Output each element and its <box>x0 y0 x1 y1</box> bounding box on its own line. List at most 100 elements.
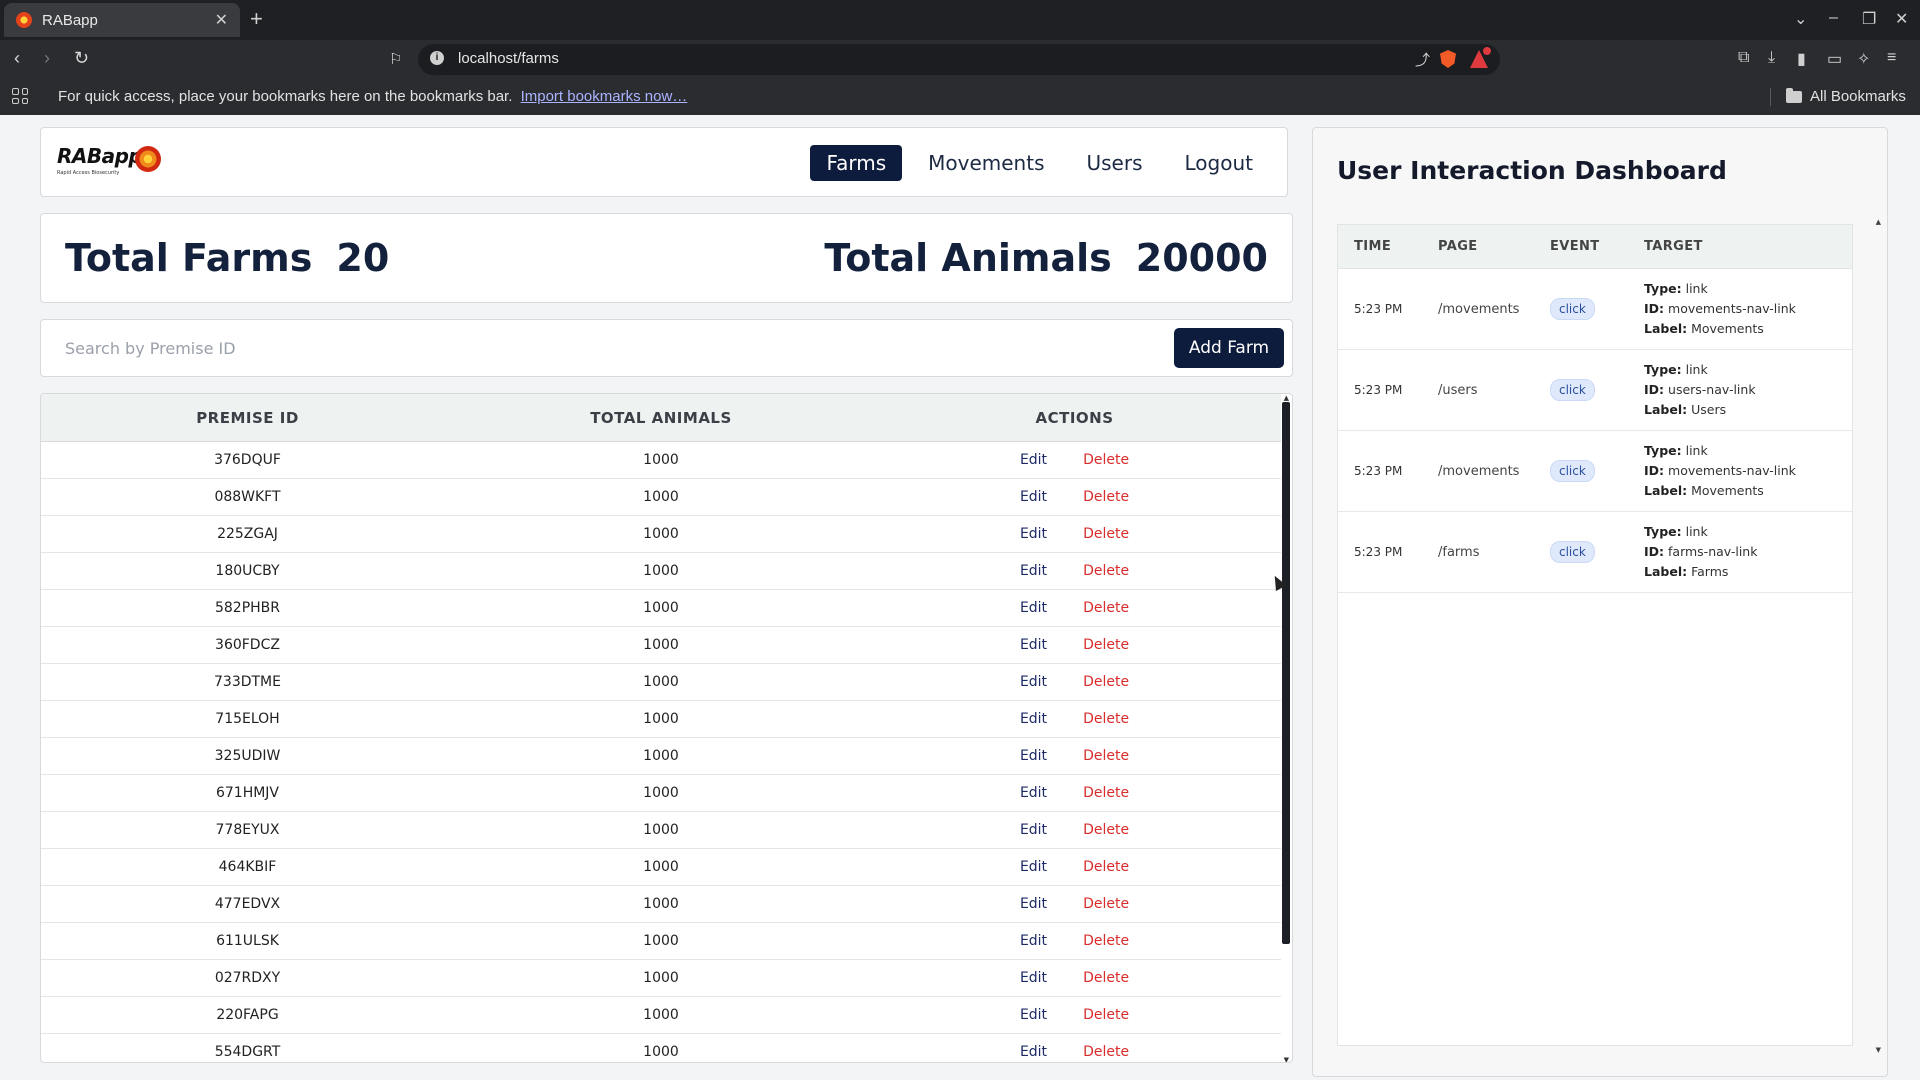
edit-button[interactable]: Edit <box>1020 748 1047 764</box>
total-animals-cell: 1000 <box>643 896 679 912</box>
event-badge: click <box>1550 379 1595 401</box>
bookmarks-message: For quick access, place your bookmarks h… <box>58 88 687 105</box>
minimize-icon[interactable]: – <box>1829 9 1838 27</box>
tab-search-icon[interactable]: ⌄ <box>1794 9 1807 29</box>
delete-button[interactable]: Delete <box>1083 859 1129 875</box>
folder-icon <box>1786 87 1802 103</box>
total-animals-cell: 1000 <box>643 563 679 579</box>
nav-link-users[interactable]: Users <box>1071 145 1159 181</box>
url-text[interactable]: localhost/farms <box>458 50 559 67</box>
premise-id-cell: 360FDCZ <box>215 637 280 653</box>
table-scrollbar[interactable]: ▲ ▼ <box>1282 394 1290 1062</box>
event-target: Type: link ID: farms-nav-link Label: Farms <box>1640 522 1852 582</box>
table-row: 220FAPG 1000 Edit Delete <box>41 997 1281 1034</box>
edit-button[interactable]: Edit <box>1020 637 1047 653</box>
delete-button[interactable]: Delete <box>1083 563 1129 579</box>
delete-button[interactable]: Delete <box>1083 452 1129 468</box>
edit-button[interactable]: Edit <box>1020 711 1047 727</box>
menu-icon[interactable]: ≡ <box>1887 49 1896 67</box>
delete-button[interactable]: Delete <box>1083 896 1129 912</box>
actions-cell: Edit Delete <box>868 933 1281 949</box>
delete-button[interactable]: Delete <box>1083 933 1129 949</box>
delete-button[interactable]: Delete <box>1083 489 1129 505</box>
edit-button[interactable]: Edit <box>1020 822 1047 838</box>
edit-button[interactable]: Edit <box>1020 933 1047 949</box>
delete-button[interactable]: Delete <box>1083 1007 1129 1023</box>
target-type-value: link <box>1685 281 1708 296</box>
brave-shields-icon[interactable] <box>1440 50 1456 68</box>
scrollbar-thumb[interactable] <box>1282 402 1290 944</box>
edit-button[interactable]: Edit <box>1020 452 1047 468</box>
delete-button[interactable]: Delete <box>1083 785 1129 801</box>
edit-button[interactable]: Edit <box>1020 1007 1047 1023</box>
import-bookmarks-link[interactable]: Import bookmarks now… <box>521 88 688 105</box>
new-tab-icon[interactable]: + <box>250 8 263 30</box>
bookmark-icon[interactable]: ⚐ <box>389 50 402 68</box>
address-bar[interactable]: i localhost/farms ⤴ <box>418 44 1500 75</box>
edit-button[interactable]: Edit <box>1020 859 1047 875</box>
share-icon[interactable]: ⤴ <box>1415 49 1430 70</box>
target-label-line: Label: Movements <box>1644 481 1852 501</box>
edit-button[interactable]: Edit <box>1020 970 1047 986</box>
rabapp-logo[interactable]: RABapp Rapid Access Biosecurity <box>57 144 167 182</box>
edit-button[interactable]: Edit <box>1020 526 1047 542</box>
add-farm-button[interactable]: Add Farm <box>1174 328 1284 368</box>
event-target: Type: link ID: movements-nav-link Label: M… <box>1640 441 1852 501</box>
target-label-value: Movements <box>1691 321 1764 336</box>
close-tab-icon[interactable]: ✕ <box>215 10 228 30</box>
delete-button[interactable]: Delete <box>1083 637 1129 653</box>
delete-button[interactable]: Delete <box>1083 674 1129 690</box>
edit-button[interactable]: Edit <box>1020 785 1047 801</box>
browser-tab[interactable]: RABapp ✕ <box>4 3 240 37</box>
edit-button[interactable]: Edit <box>1020 600 1047 616</box>
delete-button[interactable]: Delete <box>1083 600 1129 616</box>
nav-link-logout[interactable]: Logout <box>1169 145 1269 181</box>
dashboard-scroll-down-icon[interactable]: ▼ <box>1876 1046 1881 1054</box>
all-bookmarks-button[interactable]: All Bookmarks <box>1786 87 1906 105</box>
total-animals-stat: Total Animals 20000 <box>824 236 1268 280</box>
browser-tabbar: RABapp ✕ + ⌄ – ❐ ✕ <box>0 0 1920 40</box>
farms-table-header: PREMISE ID TOTAL ANIMALS ACTIONS <box>41 394 1281 442</box>
edit-button[interactable]: Edit <box>1020 489 1047 505</box>
logo-subtitle: Rapid Access Biosecurity <box>57 170 120 176</box>
back-icon[interactable]: ‹ <box>14 48 20 69</box>
delete-button[interactable]: Delete <box>1083 1044 1129 1060</box>
target-id-line: ID: users-nav-link <box>1644 380 1852 400</box>
column-header-time: TIME <box>1354 239 1392 254</box>
event-cell: click <box>1546 541 1640 563</box>
edit-button[interactable]: Edit <box>1020 896 1047 912</box>
scroll-down-icon[interactable]: ▼ <box>1284 1056 1289 1062</box>
target-type-label: Type: <box>1644 443 1682 458</box>
dashboard-table-body: 5:23 PM/movements click Type: link ID: move… <box>1338 269 1852 593</box>
delete-button[interactable]: Delete <box>1083 526 1129 542</box>
edit-button[interactable]: Edit <box>1020 1044 1047 1060</box>
actions-cell: Edit Delete <box>868 452 1281 468</box>
leo-ai-icon[interactable]: ✧ <box>1857 49 1870 69</box>
download-icon[interactable]: ⤓ <box>1768 49 1775 67</box>
apps-grid-icon[interactable] <box>12 88 28 104</box>
delete-button[interactable]: Delete <box>1083 748 1129 764</box>
dashboard-scroll-up-icon[interactable]: ▲ <box>1876 218 1881 226</box>
table-row: 477EDVX 1000 Edit Delete <box>41 886 1281 923</box>
premise-id-cell: 464KBIF <box>218 859 277 875</box>
delete-button[interactable]: Delete <box>1083 822 1129 838</box>
nav-link-movements[interactable]: Movements <box>912 145 1060 181</box>
maximize-icon[interactable]: ❐ <box>1862 9 1876 29</box>
delete-button[interactable]: Delete <box>1083 711 1129 727</box>
nav-link-farms[interactable]: Farms <box>810 145 903 181</box>
table-row: 671HMJV 1000 Edit Delete <box>41 775 1281 812</box>
close-window-icon[interactable]: ✕ <box>1895 9 1908 29</box>
edit-button[interactable]: Edit <box>1020 674 1047 690</box>
search-input[interactable] <box>51 328 281 368</box>
reload-icon[interactable]: ↻ <box>74 48 89 69</box>
scroll-up-icon[interactable]: ▲ <box>1284 394 1289 402</box>
forward-icon[interactable]: › <box>44 48 50 69</box>
sidebar-icon[interactable]: ▮ <box>1797 49 1806 69</box>
edit-button[interactable]: Edit <box>1020 563 1047 579</box>
wallet-icon[interactable]: ▭ <box>1827 49 1842 69</box>
target-id-value: farms-nav-link <box>1668 544 1758 559</box>
delete-button[interactable]: Delete <box>1083 970 1129 986</box>
site-info-icon[interactable]: i <box>430 51 444 65</box>
extensions-icon[interactable]: ⧉ <box>1738 49 1749 67</box>
premise-id-cell: 582PHBR <box>214 600 281 616</box>
